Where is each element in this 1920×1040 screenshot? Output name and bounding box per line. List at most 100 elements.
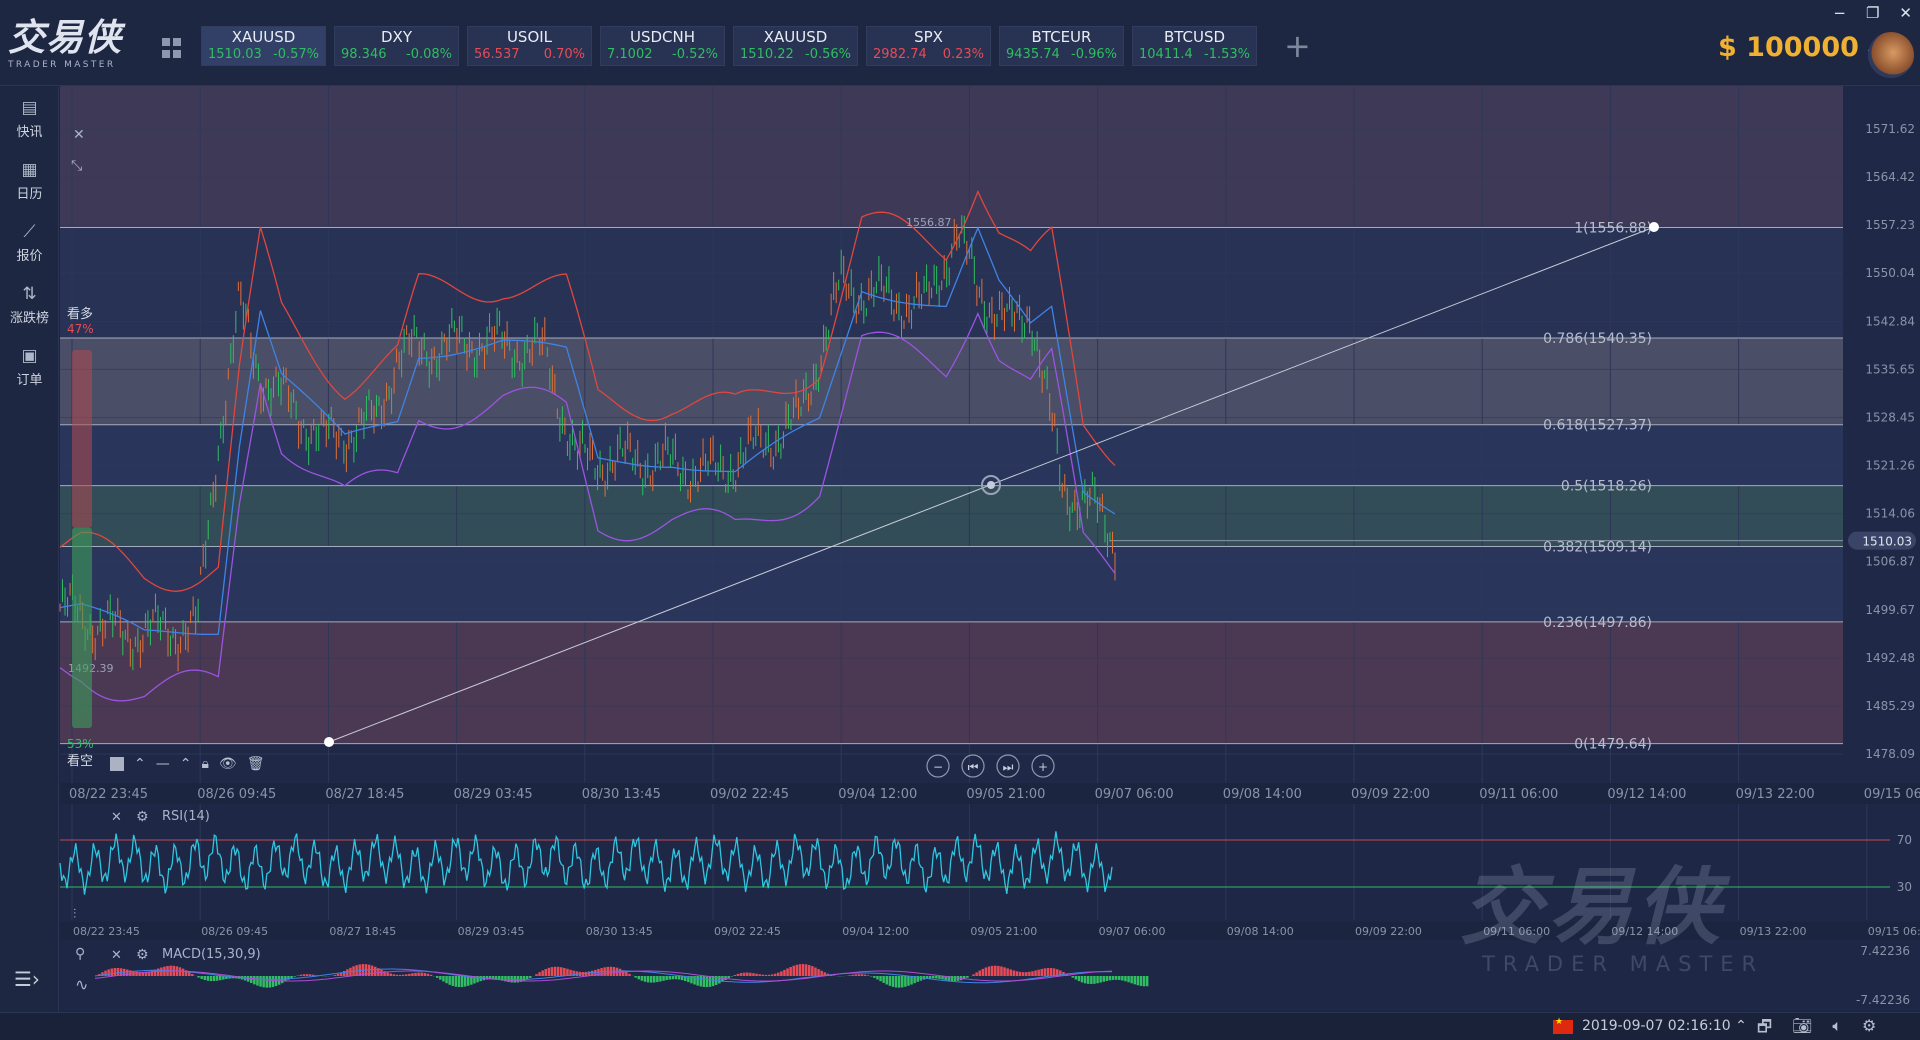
sentiment-long-bar xyxy=(72,350,92,528)
panel-toggle-icon[interactable]: ▤ xyxy=(1894,88,1910,108)
macd-title: MACD(15,30,9) xyxy=(162,947,261,962)
price-tick: 1499.67 xyxy=(1865,603,1915,617)
quote-change: -0.08% xyxy=(406,47,452,62)
window-icon[interactable]: 🗗︎ xyxy=(1757,1016,1772,1040)
macd-bar xyxy=(857,974,861,976)
quote-tab-usdcnh[interactable]: USDCNH 7.1002 -0.52% xyxy=(600,26,725,66)
time-tick-lower: 08/27 18:45 xyxy=(329,925,396,938)
macd-bar xyxy=(932,976,935,979)
macd-bar xyxy=(1080,976,1084,983)
fib-anchor-handle xyxy=(1649,222,1659,232)
macd-bar xyxy=(1052,968,1056,976)
time-tick-lower: 09/13 22:00 xyxy=(1740,925,1807,938)
close-icon[interactable]: ✕ xyxy=(1899,4,1912,22)
time-tick-lower: 08/29 03:45 xyxy=(458,925,525,938)
main-chart[interactable]: 1(1556.88) 0.786(1540.35) 0.618(1527.37) 0.… xyxy=(0,0,1920,1012)
quote-tab-xauusd[interactable]: XAUUSD 1510.22 -0.56% xyxy=(733,26,858,66)
macd-bar xyxy=(854,974,857,976)
status-time[interactable]: 2019-09-07 02:16:10 ⌃ xyxy=(1582,1018,1747,1034)
macd-bar xyxy=(389,973,392,976)
macd-bar xyxy=(333,974,337,976)
color-square-icon[interactable] xyxy=(110,757,124,771)
macd-bar xyxy=(637,976,640,980)
macd-bar xyxy=(147,971,151,976)
macd-bar xyxy=(860,974,864,976)
gear-icon[interactable]: ⚙︎ xyxy=(1862,1016,1876,1040)
restore-icon[interactable]: ❐ xyxy=(1866,4,1879,22)
macd-bar xyxy=(259,976,262,987)
macd-bar xyxy=(401,974,405,976)
quote-tab-spx[interactable]: SPX 2982.74 0.23% xyxy=(866,26,991,66)
trading-app: 交易侠 TRADER MASTER XAUUSD 1510.03 -0.57% DX… xyxy=(0,0,1920,1040)
macd-bar xyxy=(104,970,107,976)
macd-bar xyxy=(281,976,284,984)
nav-label: 涨跌榜 xyxy=(9,311,49,326)
nav-item-news[interactable]: ▤ 快讯 xyxy=(0,91,59,147)
macd-bar xyxy=(615,967,619,976)
macd-bar xyxy=(287,976,290,980)
macd-bar xyxy=(1046,968,1050,976)
apps-grid-icon[interactable] xyxy=(162,38,182,58)
macd-bar xyxy=(935,976,938,979)
menu-icon[interactable]: ☰› xyxy=(14,967,40,991)
macd-panel xyxy=(60,940,1920,1011)
macd-bar xyxy=(928,976,932,979)
account-balance[interactable]: $ 100000⌄ xyxy=(1718,32,1877,63)
zoom-in-icon xyxy=(1031,754,1055,778)
eye-icon[interactable]: 👁︎ xyxy=(219,756,237,772)
quote-tab-btceur[interactable]: BTCEUR 9435.74 -0.96% xyxy=(999,26,1124,66)
quote-price: 2982.74 xyxy=(873,47,927,62)
time-tick: 09/13 22:00 xyxy=(1736,787,1815,802)
nav-item-ranking[interactable]: ⇅ 涨跌榜 xyxy=(0,277,59,333)
time-tick: 09/05 21:00 xyxy=(966,787,1045,802)
quote-tab-xauusd[interactable]: XAUUSD 1510.03 -0.57% xyxy=(201,26,326,66)
macd-bottom-value: -7.42236 xyxy=(1856,993,1910,1007)
chevron-up-icon[interactable]: ⌃ xyxy=(134,756,146,772)
macd-bar xyxy=(684,976,687,982)
macd-bar xyxy=(1018,971,1022,976)
macd-bar xyxy=(761,974,764,976)
camera-icon[interactable]: 📷︎ xyxy=(1792,1016,1812,1040)
macd-bar xyxy=(1087,976,1090,984)
line-style-icon[interactable]: — xyxy=(156,756,170,772)
quote-tab-btcusd[interactable]: BTCUSD 10411.4 -1.53% xyxy=(1132,26,1257,66)
chevron-up-icon[interactable]: ⌃ xyxy=(180,756,192,772)
nav-item-calendar[interactable]: ▦ 日历 xyxy=(0,153,59,209)
quote-symbol: BTCEUR xyxy=(1031,28,1092,46)
quote-tab-usoil[interactable]: USOIL 56.537 0.70% xyxy=(467,26,592,66)
nav-item-order[interactable]: ▣ 订单 xyxy=(0,339,59,395)
macd-bar xyxy=(823,972,826,976)
left-nav: ☰› ▤ 快讯 ▦ 日历 ⟋ 报价 ⇅ 涨跌榜 ▣ 订单 xyxy=(0,87,59,1012)
trash-icon[interactable]: 🗑︎ xyxy=(247,756,265,772)
symbol-badge: XAU xyxy=(73,90,97,106)
sound-icon[interactable]: 🔈︎ xyxy=(1832,1016,1842,1040)
macd-bar xyxy=(1133,976,1136,985)
macd-bar xyxy=(339,972,343,976)
macd-bar xyxy=(157,968,160,976)
macd-bar xyxy=(150,970,154,976)
minimize-icon[interactable]: − xyxy=(1833,4,1846,22)
avatar[interactable] xyxy=(1868,32,1914,78)
close-icon: ✕ xyxy=(111,810,122,825)
lock-icon[interactable]: 🔒︎ xyxy=(201,756,208,772)
fib-zone xyxy=(60,227,1843,338)
macd-bar xyxy=(172,965,175,976)
add-symbol-button[interactable]: + xyxy=(1284,30,1311,62)
macd-bar xyxy=(513,976,516,983)
quote-price: 7.1002 xyxy=(607,47,653,62)
quote-change: 0.23% xyxy=(942,47,984,62)
timeframe-select[interactable]: 15分钟 ⌄ xyxy=(213,88,282,112)
quote-tab-dxy[interactable]: DXY 98.346 -0.08% xyxy=(334,26,459,66)
price-tick: 1485.29 xyxy=(1865,699,1915,713)
macd-bar xyxy=(544,968,547,976)
nav-item-quote[interactable]: ⟋ 报价 xyxy=(0,215,59,271)
app-logo[interactable]: 交易侠 TRADER MASTER xyxy=(8,18,138,78)
macd-bar xyxy=(448,976,451,985)
macd-bar xyxy=(364,964,368,976)
macd-bar xyxy=(752,973,755,976)
status-icons: 🗗︎ 📷︎ 🔈︎ ⚙︎ xyxy=(1757,1016,1876,1040)
calendar-icon: ▦ xyxy=(21,160,38,180)
gear-icon: ⚙ xyxy=(136,809,149,825)
macd-bar xyxy=(811,966,814,976)
symbol-select[interactable]: XAUUSD ⌄ xyxy=(108,88,198,107)
